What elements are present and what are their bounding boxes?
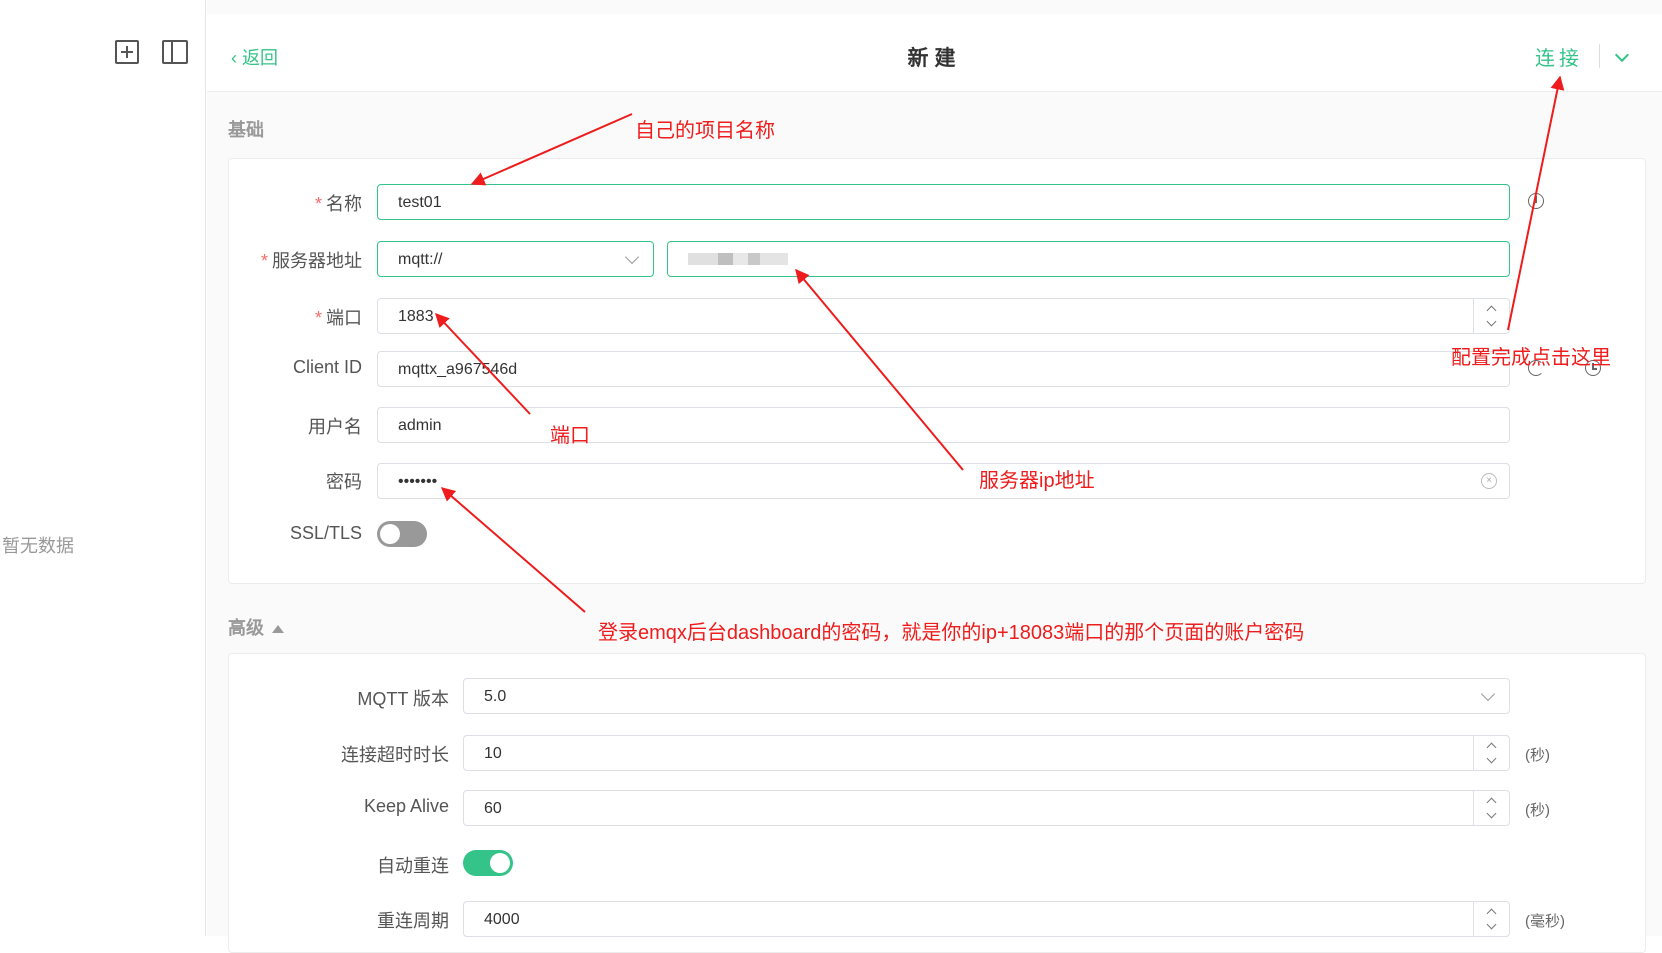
timeout-stepper[interactable] [1473, 736, 1509, 770]
keep-alive-label: Keep Alive [363, 796, 449, 816]
connections-sidebar: 暂无数据 [0, 0, 206, 936]
annotation-port: 端口 [550, 425, 590, 447]
arrow-up-icon[interactable] [1486, 305, 1497, 316]
annotation-connect: 配置完成点击这里 [1451, 347, 1611, 369]
keep-alive-input[interactable]: 60 [463, 790, 1510, 826]
arrow-down-icon[interactable] [1486, 753, 1497, 764]
chevron-down-icon [1480, 686, 1496, 702]
ssl-label: SSL/TLS [289, 523, 362, 543]
password-label: 密码 [326, 472, 362, 492]
arrow-down-icon[interactable] [1486, 919, 1497, 930]
auto-reconnect-label: 自动重连 [377, 856, 449, 876]
keep-alive-stepper[interactable] [1473, 791, 1509, 825]
protocol-value: mqtt:// [398, 251, 443, 268]
arrow-up-icon[interactable] [1486, 908, 1497, 919]
port-stepper[interactable] [1473, 299, 1509, 333]
arrow-up-icon[interactable] [1486, 797, 1497, 808]
empty-state-text: 暂无数据 [2, 536, 74, 556]
password-input[interactable]: ••••••• × [377, 463, 1510, 499]
name-label: * 名称 [314, 194, 362, 214]
annotation-password: 登录emqx后台dashboard的密码，就是你的ip+18083端口的那个页面… [598, 622, 1305, 644]
port-label: * 端口 [314, 308, 362, 328]
username-label: 用户名 [308, 417, 362, 437]
reconnect-period-unit: (毫秒) [1525, 913, 1565, 930]
toggle-knob [380, 524, 400, 544]
port-value: 1883 [398, 308, 434, 325]
reconnect-period-label: 重连周期 [377, 911, 449, 931]
timeout-unit: (秒) [1525, 747, 1550, 764]
connect-timeout-label: 连接超时时长 [341, 745, 449, 765]
mqtt-version-select[interactable]: 5.0 [463, 678, 1510, 714]
port-input[interactable]: 1883 [377, 298, 1510, 334]
advanced-section-title[interactable]: 高级 [228, 614, 284, 640]
page-title: 新建 [907, 47, 962, 70]
clear-icon[interactable]: × [1481, 473, 1497, 489]
reconnect-period-value: 4000 [484, 911, 520, 928]
keep-alive-unit: (秒) [1525, 802, 1550, 819]
page-header: ‹ 返回 新建 连接 [207, 14, 1662, 92]
toggle-knob [490, 853, 510, 873]
client-id-label: Client ID [292, 357, 362, 377]
advanced-settings-card: MQTT 版本 5.0 连接超时时长 10 (秒) Keep Alive 60 … [228, 653, 1646, 953]
annotation-name: 自己的项目名称 [635, 120, 775, 142]
info-icon[interactable] [1528, 193, 1544, 209]
basic-section-title: 基础 [228, 120, 264, 140]
mqtt-version-value: 5.0 [484, 688, 507, 705]
reconnect-period-input[interactable]: 4000 [463, 901, 1510, 937]
caret-up-icon [272, 625, 284, 634]
plus-square-icon[interactable] [115, 40, 139, 64]
chevron-down-icon [624, 249, 640, 265]
arrow-down-icon[interactable] [1486, 808, 1497, 819]
name-input[interactable]: test01 [377, 184, 1510, 220]
host-input[interactable] [667, 241, 1510, 277]
host-label: * 服务器地址 [260, 251, 362, 271]
mqtt-version-label: MQTT 版本 [357, 689, 449, 709]
protocol-select[interactable]: mqtt:// [377, 241, 654, 277]
arrow-down-icon[interactable] [1486, 316, 1497, 327]
connect-button[interactable]: 连接 [1535, 42, 1583, 71]
reconnect-stepper[interactable] [1473, 902, 1509, 936]
basic-settings-card: * 名称 test01 * 服务器地址 mqtt:// * 端口 1883 Clien… [228, 158, 1646, 584]
header-divider [1599, 44, 1600, 68]
keep-alive-value: 60 [484, 800, 502, 817]
arrow-up-icon[interactable] [1486, 742, 1497, 753]
auto-reconnect-toggle[interactable] [463, 850, 513, 876]
username-input[interactable]: admin [377, 407, 1510, 443]
annotation-host: 服务器ip地址 [979, 470, 1095, 492]
connect-timeout-value: 10 [484, 745, 502, 762]
ssl-toggle[interactable] [377, 521, 427, 547]
client-id-input[interactable]: mqttx_a967546d [377, 351, 1510, 387]
connect-timeout-input[interactable]: 10 [463, 735, 1510, 771]
sidebar-panel-icon[interactable] [162, 40, 188, 64]
new-connection-panel: ‹ 返回 新建 连接 基础 * 名称 test01 * 服务器地址 mqtt:// … [207, 0, 1662, 953]
blurred-host-value [688, 253, 788, 265]
password-value: ••••••• [398, 473, 438, 490]
